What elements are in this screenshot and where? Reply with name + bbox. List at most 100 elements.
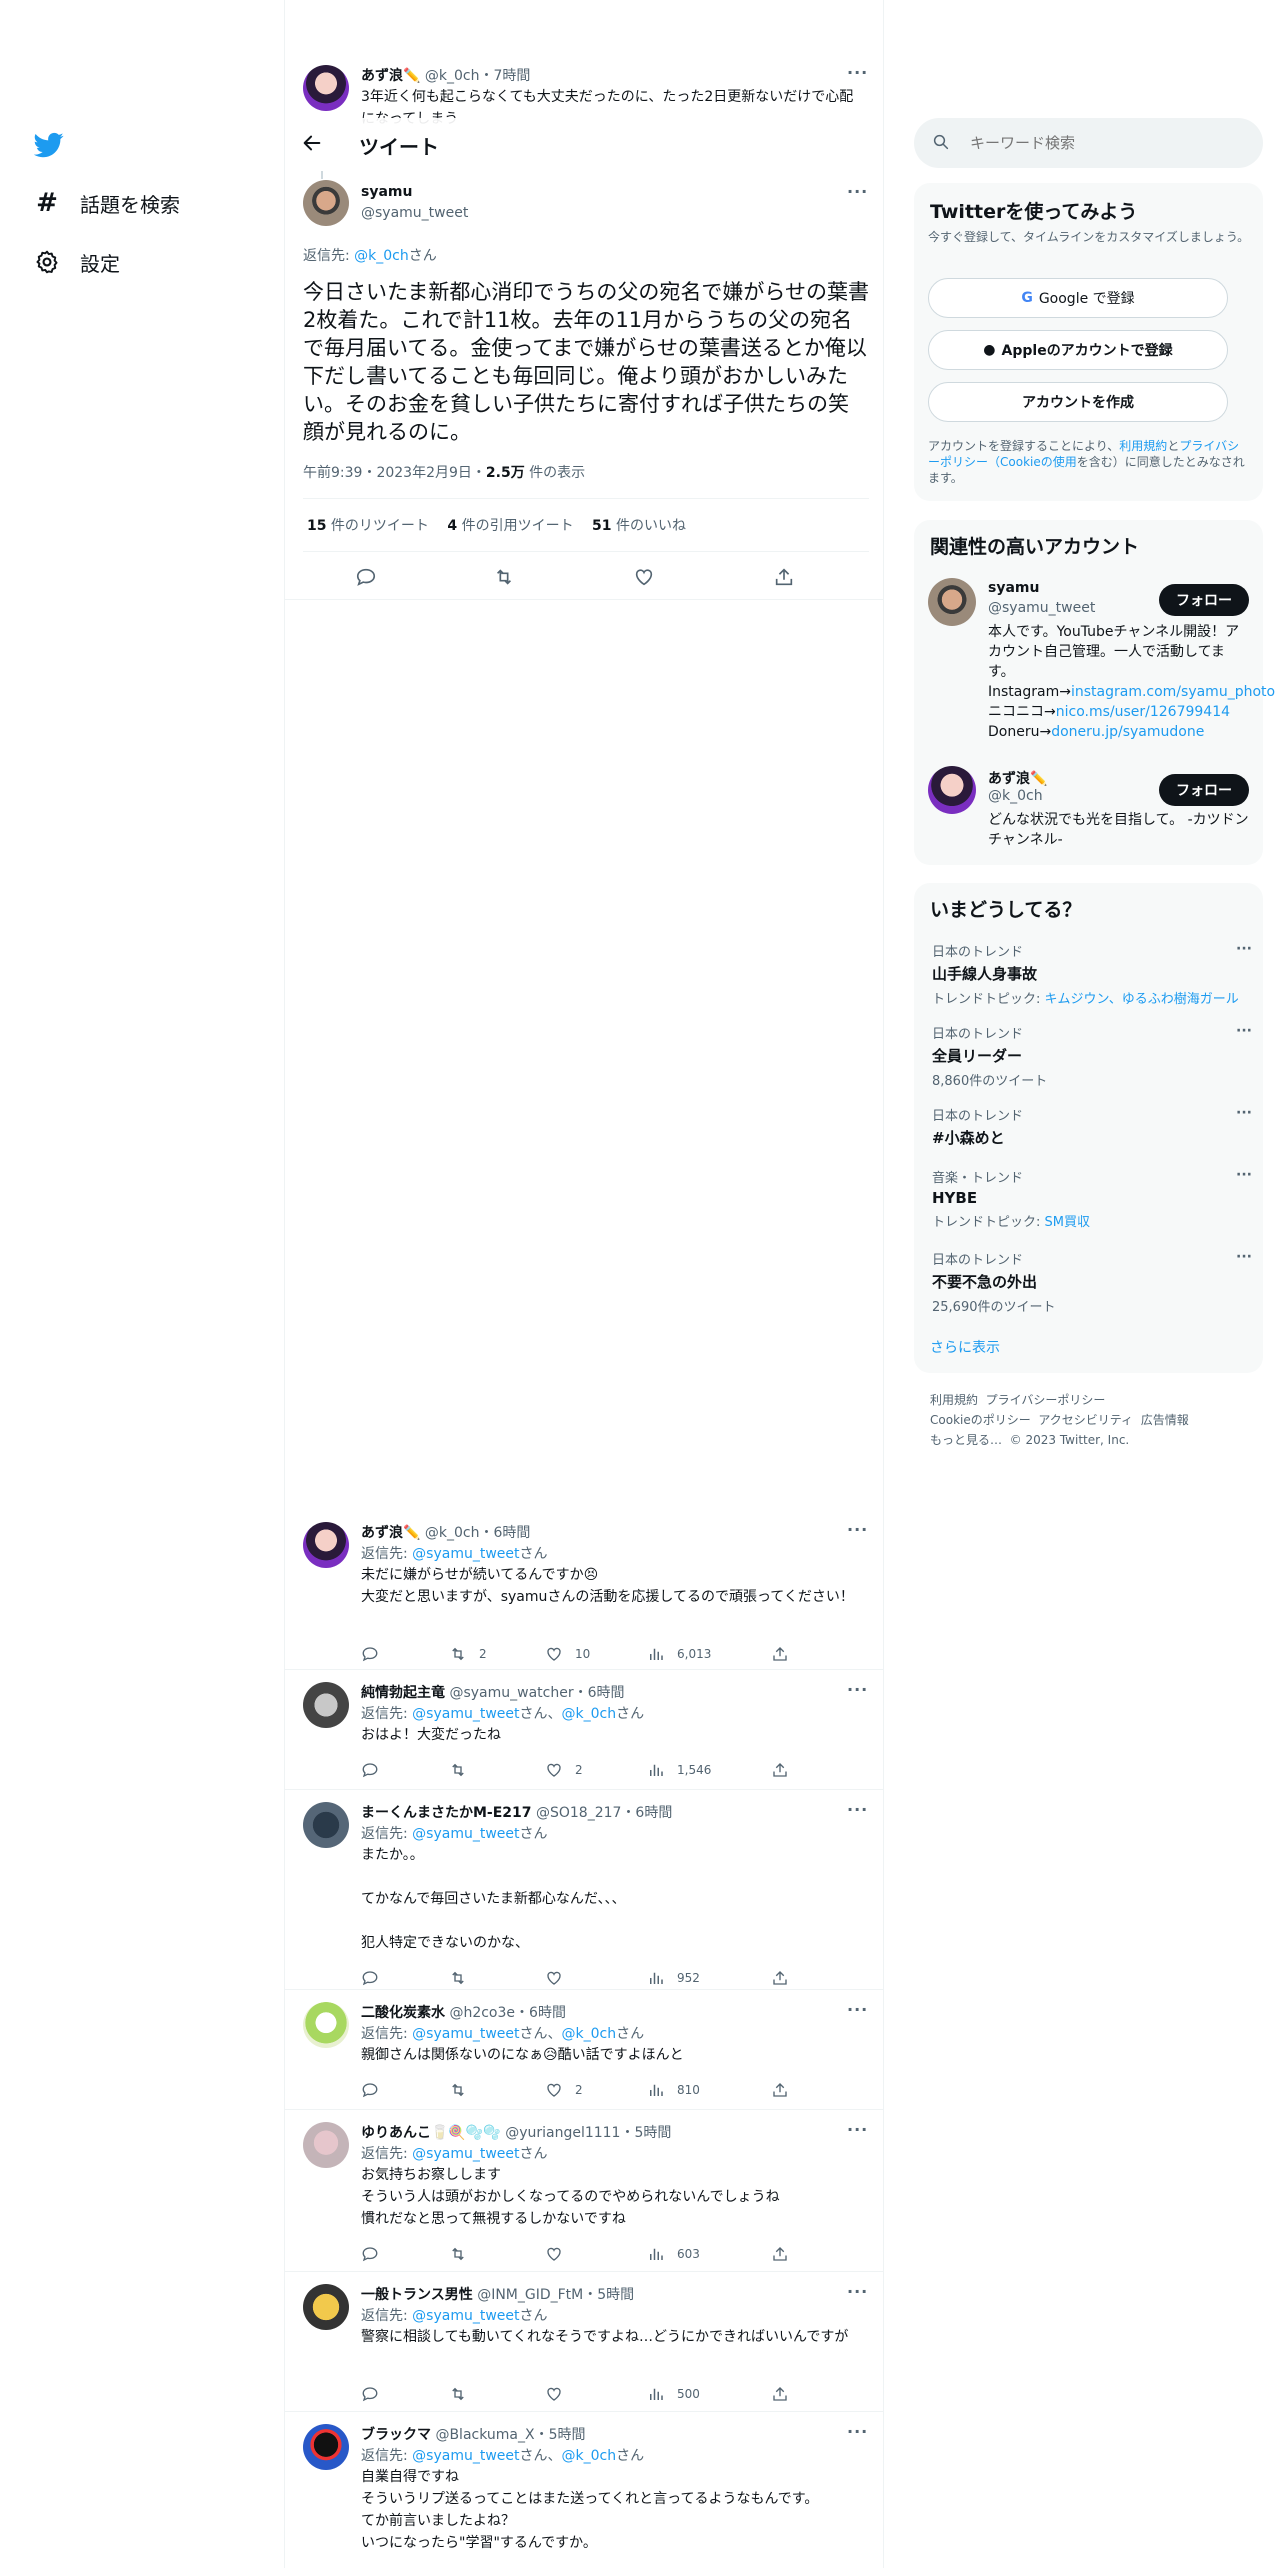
reply-tweet[interactable]: 純情勃起主竜 @syamu_watcher・6時間 ··· 返信先: @syamu_… <box>285 1670 883 1790</box>
avatar[interactable] <box>303 2002 349 2048</box>
search-input[interactable] <box>970 130 1240 156</box>
bio-link[interactable]: instagram.com/syamu_photo <box>1071 684 1275 700</box>
reply-to-link[interactable]: @syamu_tweet <box>412 2146 519 2162</box>
avatar[interactable] <box>303 2122 349 2168</box>
retweet-icon[interactable] <box>493 566 515 592</box>
trend-item[interactable]: 日本のトレンド 不要不急の外出 25,690件のツイート ··· <box>932 1249 1252 1315</box>
author-name[interactable]: あず浪✏️ <box>361 1525 420 1541</box>
author-name[interactable]: syamu <box>361 184 412 200</box>
more-icon[interactable]: ··· <box>847 2422 868 2441</box>
author-name[interactable]: 純情勃起主竜 <box>361 1685 445 1701</box>
follow-button[interactable]: フォロー <box>1159 584 1249 616</box>
reply-tweet[interactable]: 二酸化炭素水 @h2co3e・6時間 ··· 返信先: @syamu_tweetさん… <box>285 1990 883 2110</box>
like-action[interactable] <box>545 2244 575 2264</box>
tweet-time[interactable]: ・6時間 <box>479 1525 530 1541</box>
views-action[interactable]: 603 <box>647 2244 700 2264</box>
author-name[interactable]: あず浪✏️ <box>361 68 420 84</box>
terms-link[interactable]: 利用規約 <box>1119 439 1167 453</box>
tweet-time[interactable]: ・7時間 <box>479 68 530 84</box>
footer-more-link[interactable]: もっと見る… <box>930 1433 1002 1447</box>
reply-action[interactable] <box>361 2080 379 2100</box>
author-name[interactable]: まーくんまさたかM-E217 <box>361 1805 532 1821</box>
trend-item[interactable]: 音楽・トレンド HYBE トレンドトピック: SM買収 ··· <box>932 1167 1252 1230</box>
more-icon[interactable]: ··· <box>847 2120 868 2139</box>
reply-tweet[interactable]: ゆりあんこ🥛🍭🫧🫧 @yuriangel1111・5時間 ··· 返信先: @sya… <box>285 2110 883 2272</box>
more-icon[interactable]: ··· <box>1236 1167 1252 1183</box>
create-account-button[interactable]: アカウントを作成 <box>928 382 1228 422</box>
retweets-stat[interactable]: 15 件のリツイート <box>307 518 429 534</box>
account-name[interactable]: あず浪✏️ <box>988 768 1047 788</box>
more-icon[interactable]: ··· <box>847 63 868 82</box>
retweet-action[interactable] <box>449 2080 479 2100</box>
trend-item[interactable]: 日本のトレンド 山手線人身事故 トレンドトピック: キムジウン、ゆるふわ樹海ガール ·… <box>932 941 1252 1007</box>
reply-to-link[interactable]: @k_0ch <box>354 248 409 264</box>
account-handle[interactable]: @syamu_tweet <box>988 600 1095 616</box>
reply-action[interactable] <box>361 2244 379 2264</box>
show-more-link[interactable]: さらに表示 <box>930 1337 1000 1357</box>
account-handle[interactable]: @k_0ch <box>988 788 1043 804</box>
share-action[interactable] <box>771 1644 789 1664</box>
views-action[interactable]: 1,546 <box>647 1760 711 1780</box>
retweet-action[interactable] <box>449 2244 479 2264</box>
reply-to-link[interactable]: @syamu_tweet <box>412 1546 519 1562</box>
more-icon[interactable]: ··· <box>1236 1023 1252 1039</box>
more-icon[interactable]: ··· <box>847 1680 868 1699</box>
avatar[interactable] <box>303 1522 349 1568</box>
reply-icon[interactable] <box>355 566 377 592</box>
reply-action[interactable] <box>361 1644 379 1664</box>
search-box[interactable] <box>914 118 1263 168</box>
reply-tweet[interactable]: あず浪✏️ @k_0ch・6時間 ··· 返信先: @syamu_tweetさん 未だ… <box>285 1510 883 1670</box>
tweet-time[interactable]: ・6時間 <box>621 1805 672 1821</box>
share-action[interactable] <box>771 1968 789 1988</box>
reply-to-link[interactable]: @syamu_tweet <box>412 1826 519 1842</box>
reply-to-link[interactable]: @k_0ch <box>562 2448 617 2464</box>
apple-signup-button[interactable]: ● Appleのアカウントで登録 <box>928 330 1228 370</box>
reply-action[interactable] <box>361 2384 379 2404</box>
reply-tweet[interactable]: 一般トランス男性 @INM_GID_FtM・5時間 ··· 返信先: @syamu_… <box>285 2272 883 2412</box>
tweet-time[interactable]: ・6時間 <box>515 2005 566 2021</box>
author-name[interactable]: 二酸化炭素水 <box>361 2005 445 2021</box>
tweet-time[interactable]: ・5時間 <box>583 2287 634 2303</box>
more-icon[interactable]: ··· <box>847 182 868 201</box>
author-handle[interactable]: @yuriangel1111 <box>505 2125 620 2141</box>
like-action[interactable]: 2 <box>545 2080 583 2100</box>
trend-item[interactable]: 日本のトレンド 全員リーダー 8,860件のツイート ··· <box>932 1023 1252 1089</box>
share-action[interactable] <box>771 2080 789 2100</box>
share-action[interactable] <box>771 2384 789 2404</box>
footer-link[interactable]: プライバシーポリシー <box>986 1393 1106 1407</box>
reply-action[interactable] <box>361 1760 379 1780</box>
author-handle[interactable]: @h2co3e <box>449 2005 515 2021</box>
views-action[interactable]: 810 <box>647 2080 700 2100</box>
like-action[interactable] <box>545 1968 575 1988</box>
views-action[interactable]: 952 <box>647 1968 700 1988</box>
bio-link[interactable]: doneru.jp/syamudone <box>1051 724 1204 740</box>
reply-to-link[interactable]: @syamu_tweet <box>412 1706 519 1722</box>
reply-tweet[interactable]: まーくんまさたかM-E217 @SO18_217・6時間 ··· 返信先: @sya… <box>285 1790 883 1990</box>
reply-to-link[interactable]: @k_0ch <box>562 1706 617 1722</box>
tweet-time[interactable]: ・6時間 <box>574 1685 625 1701</box>
retweet-action[interactable]: 2 <box>449 1644 487 1664</box>
author-name[interactable]: ゆりあんこ🥛🍭🫧🫧 <box>361 2125 501 2141</box>
trend-item[interactable]: 日本のトレンド #小森めと ··· <box>932 1105 1252 1148</box>
reply-tweet[interactable]: ブラックマ @Blackuma_X・5時間 ··· 返信先: @syamu_twee… <box>285 2412 883 2568</box>
likes-stat[interactable]: 51 件のいいね <box>592 518 686 534</box>
footer-link[interactable]: 広告情報 <box>1141 1413 1189 1427</box>
avatar[interactable] <box>303 180 349 226</box>
more-icon[interactable]: ··· <box>847 2282 868 2301</box>
like-action[interactable]: 10 <box>545 1644 590 1664</box>
footer-link[interactable]: アクセシビリティ <box>1038 1413 1133 1427</box>
reply-to-link[interactable]: @syamu_tweet <box>412 2308 519 2324</box>
share-action[interactable] <box>771 2244 789 2264</box>
author-handle[interactable]: @syamu_tweet <box>361 205 468 221</box>
more-icon[interactable]: ··· <box>1236 1249 1252 1265</box>
author-name[interactable]: 一般トランス男性 <box>361 2287 473 2303</box>
tweet-timestamp[interactable]: 午前9:39・2023年2月9日・ <box>303 465 486 481</box>
more-icon[interactable]: ··· <box>847 1800 868 1819</box>
views-action[interactable]: 500 <box>647 2384 700 2404</box>
more-icon[interactable]: ··· <box>1236 941 1252 957</box>
author-handle[interactable]: @k_0ch <box>425 68 480 84</box>
author-name[interactable]: ブラックマ <box>361 2427 431 2443</box>
share-icon[interactable] <box>773 566 795 592</box>
like-action[interactable]: 2 <box>545 1760 583 1780</box>
avatar[interactable] <box>303 2424 349 2470</box>
